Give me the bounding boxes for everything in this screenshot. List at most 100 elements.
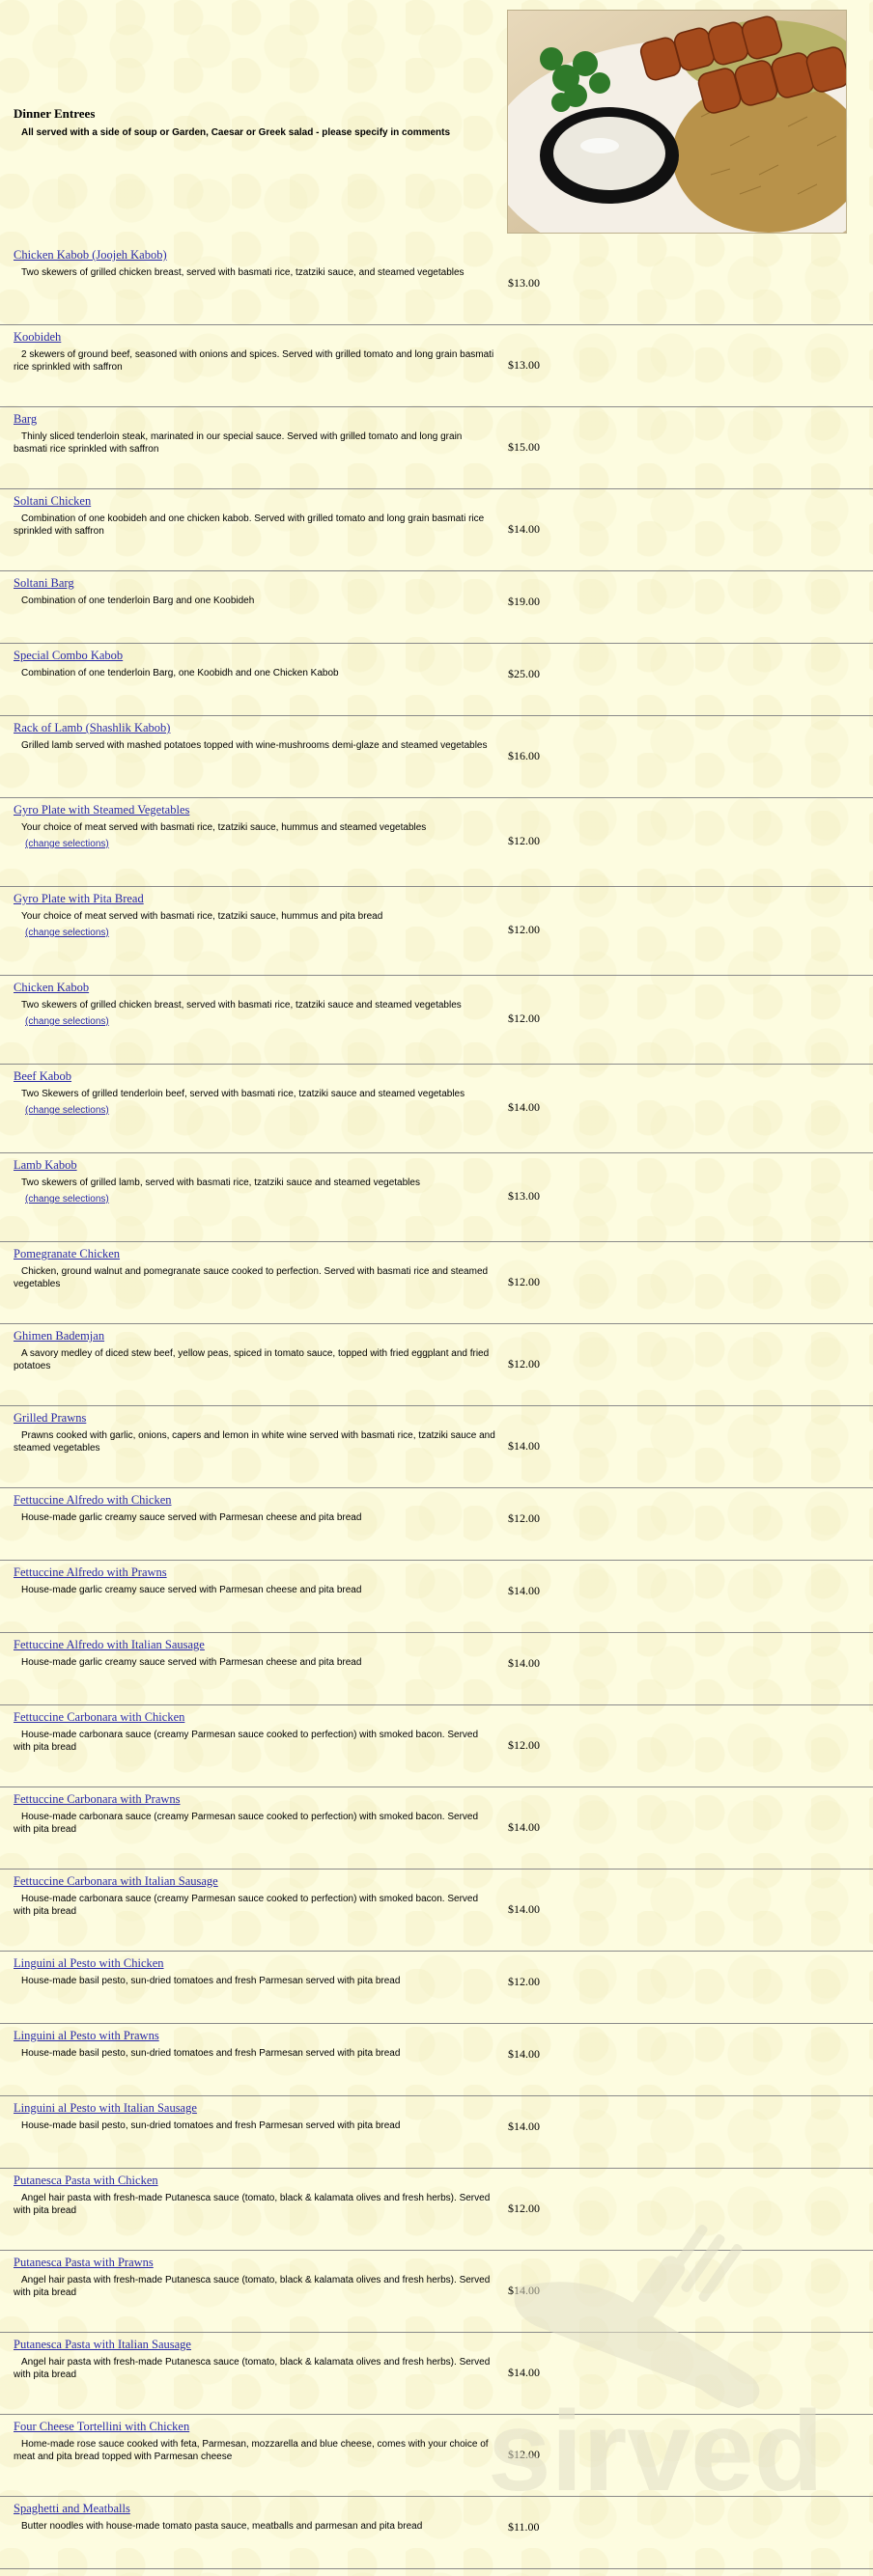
menu-item-name-link[interactable]: Pomegranate Chicken xyxy=(14,1247,120,1261)
menu-item-name-link[interactable]: Putanesca Pasta with Prawns xyxy=(14,2256,154,2270)
menu-item-price: $14.00 xyxy=(508,2366,540,2379)
menu-item-description: House-made basil pesto, sun-dried tomato… xyxy=(21,2048,401,2059)
menu-item-name-link[interactable]: Chicken Kabob xyxy=(14,981,89,995)
menu-item-name-link[interactable]: Fettuccine Alfredo with Chicken xyxy=(14,1493,172,1508)
change-selections-link[interactable]: (change selections) xyxy=(14,1194,109,1205)
menu-item-name-link[interactable]: Linguini al Pesto with Italian Sausage xyxy=(14,2101,197,2116)
change-selections-link[interactable]: (change selections) xyxy=(14,928,109,938)
menu-item-name-link[interactable]: Chicken Kabob (Joojeh Kabob) xyxy=(14,248,167,263)
menu-item-name-link[interactable]: Lamb Kabob xyxy=(14,1158,77,1173)
menu-item-details: Barg Thinly sliced tenderloin steak, mari… xyxy=(14,410,496,456)
menu-item-four-cheese-tortellini-with-chicken: Four Cheese Tortellini with Chicken Home-… xyxy=(0,2415,873,2497)
menu-item-description: House-made garlic creamy sauce served wi… xyxy=(21,1512,362,1523)
menu-item-linguini-al-pesto-with-prawns: Linguini al Pesto with Prawns House-made … xyxy=(0,2024,873,2096)
menu-item-description: House-made basil pesto, sun-dried tomato… xyxy=(21,1976,401,1986)
menu-item-details: Grilled Prawns Prawns cooked with garlic,… xyxy=(14,1409,496,1454)
menu-item-name-link[interactable]: Special Combo Kabob xyxy=(14,649,123,663)
menu-item-name-link[interactable]: Gyro Plate with Pita Bread xyxy=(14,892,144,906)
menu-item-name-link[interactable]: Four Cheese Tortellini with Chicken xyxy=(14,2420,189,2434)
menu-item-details: Special Combo Kabob Combination of one te… xyxy=(14,647,496,679)
menu-item-description: House-made garlic creamy sauce served wi… xyxy=(21,1585,362,1595)
menu-item-description: House-made basil pesto, sun-dried tomato… xyxy=(21,2120,401,2131)
menu-item-details: Fettuccine Carbonara with Italian Sausag… xyxy=(14,1872,496,1918)
section-title: Dinner Entrees xyxy=(14,106,96,121)
menu-item-description: Chicken, ground walnut and pomegranate s… xyxy=(14,1266,489,1289)
menu-item-price: $16.00 xyxy=(508,749,540,762)
menu-item-lamb-kabob: Lamb Kabob Two skewers of grilled lamb, s… xyxy=(0,1153,873,1242)
menu-item-price: $12.00 xyxy=(508,1511,540,1525)
menu-item-ghimen-bademjan: Ghimen Bademjan A savory medley of diced … xyxy=(0,1324,873,1406)
menu-item-details: Four Cheese Tortellini with Chicken Home-… xyxy=(14,2418,496,2463)
menu-item-name-link[interactable]: Grilled Prawns xyxy=(14,1411,86,1426)
menu-item-name-link[interactable]: Gyro Plate with Steamed Vegetables xyxy=(14,803,189,817)
menu-item-name-link[interactable]: Soltani Chicken xyxy=(14,494,91,509)
menu-item-name-link[interactable]: Fettuccine Carbonara with Italian Sausag… xyxy=(14,1874,218,1889)
menu-item-name-link[interactable]: Fettuccine Alfredo with Italian Sausage xyxy=(14,1638,205,1652)
menu-item-name-link[interactable]: Koobideh xyxy=(14,330,61,345)
menu-item-beef-kabob: Beef Kabob Two Skewers of grilled tenderl… xyxy=(0,1065,873,1153)
menu-item-description: Two skewers of grilled chicken breast, s… xyxy=(21,267,465,278)
menu-item-details: Pomegranate Chicken Chicken, ground walnu… xyxy=(14,1245,496,1290)
menu-item-name-link[interactable]: Ghimen Bademjan xyxy=(14,1329,104,1343)
menu-item-price: $13.00 xyxy=(508,276,540,290)
menu-item-price: $14.00 xyxy=(508,1584,540,1597)
menu-item-price: $12.00 xyxy=(508,1357,540,1371)
menu-item-details: Koobideh 2 skewers of ground beef, season… xyxy=(14,328,496,374)
menu-item-name-link[interactable]: Fettuccine Carbonara with Chicken xyxy=(14,1710,184,1725)
menu-item-name-link[interactable]: Beef Kabob xyxy=(14,1069,71,1084)
menu-item-description: Combination of one koobideh and one chic… xyxy=(14,513,485,537)
change-selections-link[interactable]: (change selections) xyxy=(14,1105,109,1116)
menu-item-pomegranate-chicken: Pomegranate Chicken Chicken, ground walnu… xyxy=(0,1242,873,1324)
menu-item-details: Gyro Plate with Pita Bread Your choice of… xyxy=(14,890,496,940)
menu-item-gyro-plate-with-steamed-vegetables: Gyro Plate with Steamed Vegetables Your c… xyxy=(0,798,873,887)
menu-item-description: Your choice of meat served with basmati … xyxy=(21,911,383,922)
menu-item-details: Rack of Lamb (Shashlik Kabob) Grilled lam… xyxy=(14,719,496,752)
menu-item-name-link[interactable]: Spaghetti and Meatballs xyxy=(14,2502,130,2516)
menu-item-description: Prawns cooked with garlic, onions, caper… xyxy=(14,1430,495,1454)
menu-item-details: Gyro Plate with Steamed Vegetables Your c… xyxy=(14,801,496,851)
menu-item-name-link[interactable]: Fettuccine Carbonara with Prawns xyxy=(14,1792,181,1807)
menu-item-details: Soltani Chicken Combination of one koobid… xyxy=(14,492,496,538)
menu-item-name-link[interactable]: Linguini al Pesto with Chicken xyxy=(14,1956,164,1971)
menu-item-fettuccine-alfredo-with-chicken: Fettuccine Alfredo with Chicken House-mad… xyxy=(0,1488,873,1561)
change-selections-link[interactable]: (change selections) xyxy=(14,1016,109,1027)
menu-item-name-link[interactable]: Putanesca Pasta with Chicken xyxy=(14,2174,158,2188)
menu-item-name-link[interactable]: Fettuccine Alfredo with Prawns xyxy=(14,1565,167,1580)
menu-item-details: Ghimen Bademjan A savory medley of diced … xyxy=(14,1327,496,1372)
menu-item-price: $12.00 xyxy=(508,1011,540,1025)
change-selections-link[interactable]: (change selections) xyxy=(14,839,109,849)
menu-item-name-link[interactable]: Barg xyxy=(14,412,37,427)
section-description: All served with a side of soup or Garden… xyxy=(21,127,451,138)
kabob-plate-photo xyxy=(507,10,847,234)
menu-item-rack-of-lamb-shashlik-kabob: Rack of Lamb (Shashlik Kabob) Grilled lam… xyxy=(0,716,873,798)
menu-item-details: Beef Kabob Two Skewers of grilled tenderl… xyxy=(14,1067,496,1118)
menu-item-grilled-prawns: Grilled Prawns Prawns cooked with garlic,… xyxy=(0,1406,873,1488)
menu-item-description: Butter noodles with house-made tomato pa… xyxy=(21,2521,423,2532)
menu-item-price: $14.00 xyxy=(508,2047,540,2061)
menu-item-details: Fettuccine Carbonara with Chicken House-m… xyxy=(14,1708,496,1754)
menu-item-chicken-kabob: Chicken Kabob Two skewers of grilled chic… xyxy=(0,976,873,1065)
menu-item-name-link[interactable]: Rack of Lamb (Shashlik Kabob) xyxy=(14,721,170,735)
menu-item-description: Two Skewers of grilled tenderloin beef, … xyxy=(21,1089,465,1099)
menu-item-price: $25.00 xyxy=(508,667,540,680)
menu-item-description: House-made carbonara sauce (creamy Parme… xyxy=(14,1812,479,1835)
menu-item-price: $14.00 xyxy=(508,1656,540,1670)
menu-item-special-combo-kabob: Special Combo Kabob Combination of one te… xyxy=(0,644,873,716)
menu-item-description: A savory medley of diced stew beef, yell… xyxy=(14,1348,490,1371)
menu-item-name-link[interactable]: Linguini al Pesto with Prawns xyxy=(14,2029,159,2043)
menu-item-name-link[interactable]: Putanesca Pasta with Italian Sausage xyxy=(14,2338,191,2352)
section-header-text: Dinner Entrees All served with a side of… xyxy=(14,106,496,138)
menu-item-details: Putanesca Pasta with Chicken Angel hair p… xyxy=(14,2172,496,2217)
menu-item-description: Thinly sliced tenderloin steak, marinate… xyxy=(14,431,463,455)
menu-item-name-link[interactable]: Soltani Barg xyxy=(14,576,74,591)
menu-item-description: Combination of one tenderloin Barg and o… xyxy=(21,596,255,606)
menu-item-putanesca-pasta-with-prawns: Putanesca Pasta with Prawns Angel hair pa… xyxy=(0,2251,873,2333)
menu-item-gyro-plate-with-pita-bread: Gyro Plate with Pita Bread Your choice of… xyxy=(0,887,873,976)
menu-item-fettuccine-carbonara-with-prawns: Fettuccine Carbonara with Prawns House-ma… xyxy=(0,1787,873,1870)
menu-item-details: Putanesca Pasta with Italian Sausage Ange… xyxy=(14,2336,496,2381)
menu-item-description: Angel hair pasta with fresh-made Putanes… xyxy=(14,2275,491,2298)
menu-item-description: Combination of one tenderloin Barg, one … xyxy=(21,668,339,679)
menu-item-putanesca-pasta-with-chicken: Putanesca Pasta with Chicken Angel hair p… xyxy=(0,2169,873,2251)
section-header: Dinner Entrees All served with a side of… xyxy=(0,0,873,243)
menu-item-description: House-made carbonara sauce (creamy Parme… xyxy=(14,1730,479,1753)
